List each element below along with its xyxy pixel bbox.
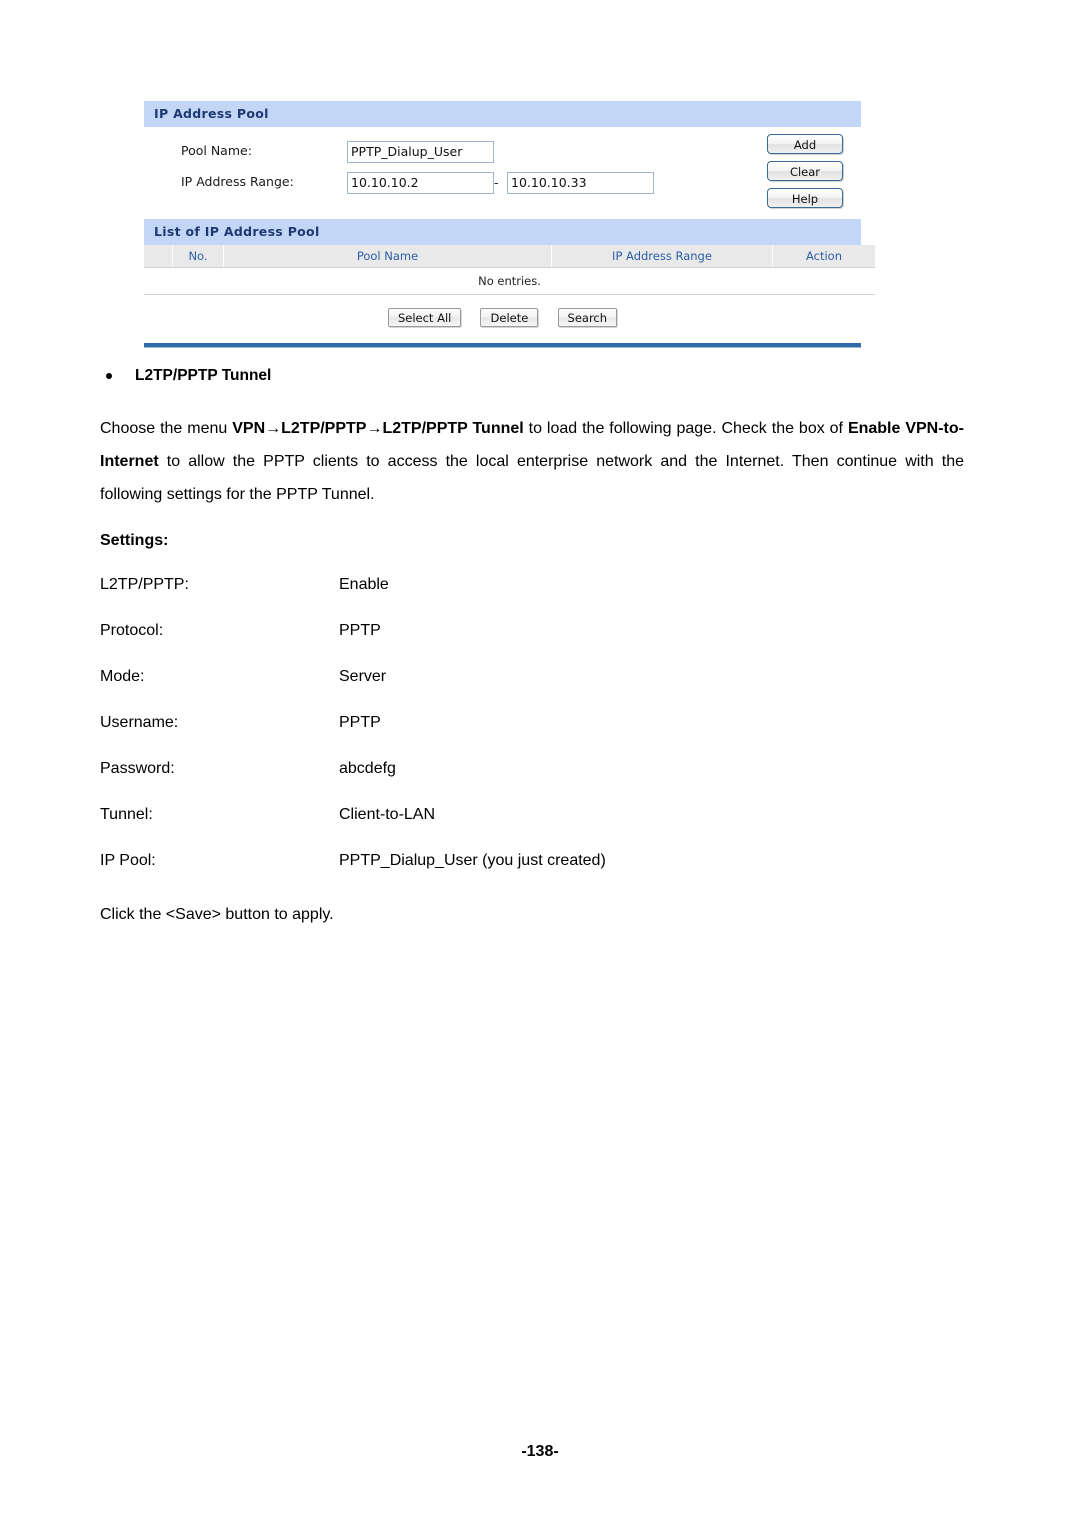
panel-title-list-of-ip-address-pool: List of IP Address Pool [144, 219, 861, 245]
ip-pool-list: No. Pool Name IP Address Range Action No… [144, 245, 875, 340]
setting-key-tunnel: Tunnel: [100, 806, 153, 823]
setting-key-password: Password: [100, 760, 175, 777]
setting-row-mode: Mode: Server [100, 668, 964, 714]
paragraph-bold-menu-path: VPN→L2TP/PPTP→L2TP/PPTP Tunnel [232, 420, 524, 437]
setting-value-tunnel: Client-to-LAN [339, 806, 436, 823]
column-header-pool-name: Pool Name [223, 245, 552, 268]
pool-name-input[interactable] [347, 141, 494, 163]
table-header-row: No. Pool Name IP Address Range Action [144, 245, 875, 268]
no-entries-message: No entries. [144, 267, 875, 295]
paragraph-part-2: to load the following page. Check the bo… [523, 420, 848, 437]
search-button[interactable]: Search [557, 308, 618, 327]
settings-list: L2TP/PPTP: Enable Protocol: PPTP Mode: S… [100, 576, 964, 898]
panel-title-ip-address-pool: IP Address Pool [144, 101, 861, 127]
ip-pool-table: No. Pool Name IP Address Range Action No… [144, 245, 875, 295]
ip-range-end-input[interactable] [507, 172, 654, 194]
pool-name-label: Pool Name: [181, 143, 252, 158]
ip-range-separator: - [494, 175, 499, 190]
ip-pool-form: Pool Name: IP Address Range: - Add Clear… [144, 127, 861, 219]
table-empty-row: No entries. [144, 267, 875, 295]
ip-address-range-label: IP Address Range: [181, 174, 294, 189]
bullet-heading-label: L2TP/PPTP Tunnel [135, 367, 272, 384]
setting-row-l2tp-pptp: L2TP/PPTP: Enable [100, 576, 964, 622]
column-header-no: No. [172, 245, 224, 268]
add-button[interactable]: Add [767, 134, 843, 154]
ip-range-start-input[interactable] [347, 172, 494, 194]
bullet-dot-icon [106, 373, 112, 379]
table-action-buttons: Select All Delete Search [144, 295, 861, 340]
ip-address-pool-panel: IP Address Pool Pool Name: IP Address Ra… [144, 101, 875, 347]
help-button[interactable]: Help [767, 188, 843, 208]
column-header-ip-address-range: IP Address Range [551, 245, 773, 268]
column-header-select [144, 245, 173, 268]
panel-bottom-rule [144, 343, 861, 347]
setting-value-ip-pool: PPTP_Dialup_User (you just created) [339, 852, 606, 869]
setting-value-l2tp-pptp: Enable [339, 576, 389, 593]
delete-button[interactable]: Delete [480, 308, 539, 327]
panel-action-buttons: Add Clear Help [767, 134, 843, 215]
closing-instruction: Click the <Save> button to apply. [100, 906, 334, 923]
ip-address-range-row: IP Address Range: - [144, 171, 861, 197]
paragraph-part-3: to allow the PPTP clients to access the … [100, 453, 964, 503]
intro-paragraph: Choose the menu VPN→L2TP/PPTP→L2TP/PPTP … [100, 412, 964, 511]
pool-name-row: Pool Name: [144, 140, 861, 166]
clear-button[interactable]: Clear [767, 161, 843, 181]
select-all-button[interactable]: Select All [387, 308, 462, 327]
setting-key-mode: Mode: [100, 668, 145, 685]
setting-row-protocol: Protocol: PPTP [100, 622, 964, 668]
setting-key-l2tp-pptp: L2TP/PPTP: [100, 576, 189, 593]
paragraph-part-1: Choose the menu [100, 420, 233, 437]
setting-key-ip-pool: IP Pool: [100, 852, 156, 869]
setting-row-password: Password: abcdefg [100, 760, 964, 806]
setting-value-password: abcdefg [339, 760, 396, 777]
bullet-heading-l2tp-pptp-tunnel: L2TP/PPTP Tunnel [100, 366, 964, 386]
setting-row-ip-pool: IP Pool: PPTP_Dialup_User (you just crea… [100, 852, 964, 898]
column-header-action: Action [772, 245, 875, 268]
page-number-footer: -138- [521, 1443, 559, 1460]
setting-row-username: Username: PPTP [100, 714, 964, 760]
setting-value-mode: Server [339, 668, 387, 685]
settings-heading: Settings: [100, 532, 169, 549]
setting-key-username: Username: [100, 714, 179, 731]
document-body: L2TP/PPTP Tunnel Choose the menu VPN→L2T… [100, 366, 964, 924]
setting-value-username: PPTP [339, 714, 381, 731]
setting-key-protocol: Protocol: [100, 622, 164, 639]
setting-value-protocol: PPTP [339, 622, 381, 639]
setting-row-tunnel: Tunnel: Client-to-LAN [100, 806, 964, 852]
